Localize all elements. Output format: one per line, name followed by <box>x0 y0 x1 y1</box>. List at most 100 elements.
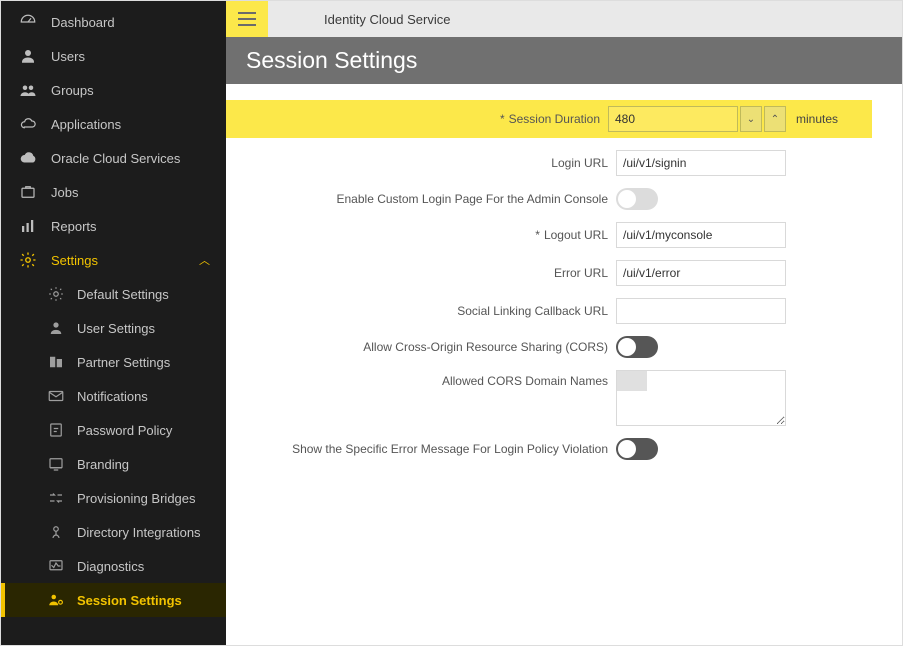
sub-notifications[interactable]: Notifications <box>1 379 226 413</box>
cloud-icon <box>19 149 37 167</box>
label-session-duration: *Session Duration <box>230 112 608 126</box>
session-icon <box>47 591 65 609</box>
directory-icon <box>47 523 65 541</box>
nav-applications[interactable]: Applications <box>1 107 226 141</box>
topbar: Identity Cloud Service <box>226 1 902 37</box>
sub-password-policy[interactable]: Password Policy <box>1 413 226 447</box>
nav-jobs[interactable]: Jobs <box>1 175 226 209</box>
sub-label: Provisioning Bridges <box>77 491 196 506</box>
nav-users[interactable]: Users <box>1 39 226 73</box>
required-asterisk: * <box>535 228 540 242</box>
nav-reports[interactable]: Reports <box>1 209 226 243</box>
row-error-url: Error URL <box>226 260 872 286</box>
show-specific-error-toggle[interactable] <box>616 438 658 460</box>
error-url-input[interactable] <box>616 260 786 286</box>
sub-provisioning-bridges[interactable]: Provisioning Bridges <box>1 481 226 515</box>
diagnostics-icon <box>47 557 65 575</box>
label-social-callback: Social Linking Callback URL <box>226 304 616 318</box>
sub-label: Password Policy <box>77 423 172 438</box>
dashboard-icon <box>19 13 37 31</box>
cloud-small-icon <box>19 115 37 133</box>
row-show-specific-error: Show the Specific Error Message For Logi… <box>226 438 872 460</box>
sub-label: Directory Integrations <box>77 525 201 540</box>
session-duration-unit: minutes <box>796 112 838 126</box>
sidebar: Dashboard Users Groups Applications Orac <box>1 1 226 645</box>
label-show-specific-error: Show the Specific Error Message For Logi… <box>226 442 616 456</box>
logout-url-input[interactable] <box>616 222 786 248</box>
hamburger-icon <box>238 12 256 26</box>
nav-label: Jobs <box>51 185 78 200</box>
sub-partner-settings[interactable]: Partner Settings <box>1 345 226 379</box>
gear-sub-icon <box>47 285 65 303</box>
row-social-callback: Social Linking Callback URL <box>226 298 872 324</box>
nav-label: Reports <box>51 219 97 234</box>
nav-label: Dashboard <box>51 15 115 30</box>
row-logout-url: *Logout URL <box>226 222 872 248</box>
label-cors-domains: Allowed CORS Domain Names <box>226 370 616 388</box>
sub-user-settings[interactable]: User Settings <box>1 311 226 345</box>
form-area: *Session Duration ⌄ ⌃ minutes Login URL … <box>226 84 902 472</box>
sub-label: Session Settings <box>77 593 182 608</box>
label-allow-cors: Allow Cross-Origin Resource Sharing (COR… <box>226 340 616 354</box>
cors-domains-input[interactable] <box>616 370 786 426</box>
row-enable-custom-login: Enable Custom Login Page For the Admin C… <box>226 188 872 210</box>
nav-label: Settings <box>51 253 98 268</box>
label-logout-url: *Logout URL <box>226 228 616 242</box>
user-icon <box>19 47 37 65</box>
page-title: Session Settings <box>226 37 902 84</box>
bridge-icon <box>47 489 65 507</box>
allow-cors-toggle[interactable] <box>616 336 658 358</box>
groups-icon <box>19 81 37 99</box>
chevron-up-icon: ︿ <box>199 252 210 268</box>
label-login-url: Login URL <box>226 156 616 170</box>
settings-submenu: Default Settings User Settings Partner S… <box>1 277 226 617</box>
sub-label: Branding <box>77 457 129 472</box>
reports-icon <box>19 217 37 235</box>
sub-session-settings[interactable]: Session Settings <box>1 583 226 617</box>
sub-label: Notifications <box>77 389 148 404</box>
service-title: Identity Cloud Service <box>324 12 450 27</box>
nav-label: Groups <box>51 83 94 98</box>
sub-default-settings[interactable]: Default Settings <box>1 277 226 311</box>
main: Identity Cloud Service Session Settings … <box>226 1 902 645</box>
branding-icon <box>47 455 65 473</box>
sub-label: Diagnostics <box>77 559 144 574</box>
required-asterisk: * <box>500 112 505 126</box>
nav-label: Users <box>51 49 85 64</box>
login-url-input[interactable] <box>616 150 786 176</box>
nav-list: Dashboard Users Groups Applications Orac <box>1 5 226 277</box>
nav-label: Oracle Cloud Services <box>51 151 180 166</box>
social-callback-input[interactable] <box>616 298 786 324</box>
menu-toggle-button[interactable] <box>226 1 268 37</box>
label-enable-custom-login: Enable Custom Login Page For the Admin C… <box>226 192 616 206</box>
password-icon <box>47 421 65 439</box>
sub-label: Partner Settings <box>77 355 170 370</box>
jobs-icon <box>19 183 37 201</box>
gear-icon <box>19 251 37 269</box>
label-error-url: Error URL <box>226 266 616 280</box>
row-cors-domains: Allowed CORS Domain Names <box>226 370 872 426</box>
session-duration-input[interactable] <box>608 106 738 132</box>
nav-settings[interactable]: Settings ︿ <box>1 243 226 277</box>
row-session-duration: *Session Duration ⌄ ⌃ minutes <box>226 100 872 138</box>
sub-branding[interactable]: Branding <box>1 447 226 481</box>
sub-directory-integrations[interactable]: Directory Integrations <box>1 515 226 549</box>
row-login-url: Login URL <box>226 150 872 176</box>
partner-icon <box>47 353 65 371</box>
sub-label: Default Settings <box>77 287 169 302</box>
sub-diagnostics[interactable]: Diagnostics <box>1 549 226 583</box>
nav-oracle-cloud[interactable]: Oracle Cloud Services <box>1 141 226 175</box>
nav-dashboard[interactable]: Dashboard <box>1 5 226 39</box>
chevron-up-icon: ⌃ <box>771 114 779 125</box>
sub-label: User Settings <box>77 321 155 336</box>
envelope-icon <box>47 387 65 405</box>
step-down-button[interactable]: ⌄ <box>740 106 762 132</box>
nav-groups[interactable]: Groups <box>1 73 226 107</box>
row-allow-cors: Allow Cross-Origin Resource Sharing (COR… <box>226 336 872 358</box>
chevron-down-icon: ⌄ <box>747 114 755 125</box>
session-duration-stepper: ⌄ ⌃ <box>608 106 786 132</box>
user-sub-icon <box>47 319 65 337</box>
nav-label: Applications <box>51 117 121 132</box>
enable-custom-login-toggle[interactable] <box>616 188 658 210</box>
step-up-button[interactable]: ⌃ <box>764 106 786 132</box>
